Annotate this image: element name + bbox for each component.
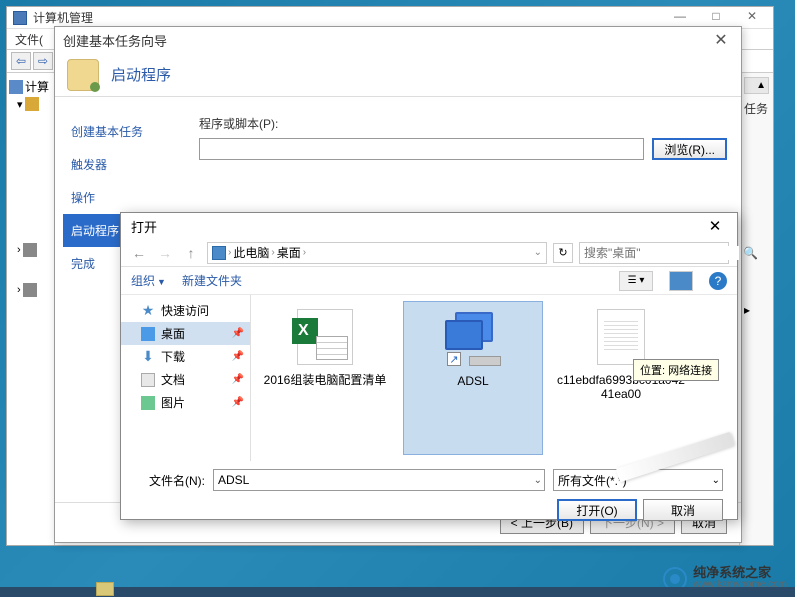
watermark-text: 纯净系统之家 xyxy=(693,567,787,579)
actions-label: 任务 xyxy=(744,94,769,123)
step-action[interactable]: 操作 xyxy=(63,181,185,214)
actions-header[interactable]: ▲ xyxy=(744,77,769,94)
chevron-right-icon: › xyxy=(271,247,274,258)
pin-icon: 📌 xyxy=(232,351,244,362)
filename-combo[interactable]: ADSL⌄ xyxy=(213,469,545,491)
wizard-header: 启动程序 xyxy=(55,53,741,97)
sidebar-quick-access[interactable]: ★快速访问 xyxy=(121,299,250,322)
storage-icon xyxy=(23,243,37,257)
view-mode-button[interactable]: ☰ ▾ xyxy=(619,271,653,291)
step-trigger[interactable]: 触发器 xyxy=(63,148,185,181)
file-adsl[interactable]: ↗ ADSL xyxy=(403,301,543,455)
tree-root-icon xyxy=(9,80,23,94)
nav-back-icon[interactable]: ⇦ xyxy=(11,52,31,70)
open-title: 打开 xyxy=(131,217,703,236)
sidebar-documents[interactable]: 文档📌 xyxy=(121,368,250,391)
pin-icon: 📌 xyxy=(232,328,244,339)
open-navbar: ← → ↑ › 此电脑 › 桌面 › ⌄ ↻ 🔍 xyxy=(121,239,737,267)
wizard-close-icon[interactable]: ✕ xyxy=(709,30,733,50)
pc-icon xyxy=(212,246,226,260)
refresh-icon[interactable]: ↻ xyxy=(553,243,573,263)
cmp-actions-pane: ▲ 任务 ▸ xyxy=(739,73,773,545)
sidebar-pictures[interactable]: 图片📌 xyxy=(121,391,250,414)
wizard-icon xyxy=(67,59,99,91)
open-close-icon[interactable]: ✕ xyxy=(703,217,727,235)
wizard-titlebar: 创建基本任务向导 ✕ xyxy=(55,27,741,53)
desktop-icon xyxy=(141,327,155,341)
wizard-title: 创建基本任务向导 xyxy=(63,31,709,50)
tree-storage[interactable]: › xyxy=(9,242,52,258)
excel-icon xyxy=(297,309,353,365)
star-icon: ★ xyxy=(141,304,155,318)
actions-more[interactable]: ▸ xyxy=(744,303,769,317)
wrench-icon xyxy=(25,97,39,111)
new-folder-button[interactable]: 新建文件夹 xyxy=(182,272,242,289)
cmp-title: 计算机管理 xyxy=(33,9,659,26)
file-excel[interactable]: 2016组装电脑配置清单 xyxy=(255,301,395,455)
maximize-button[interactable]: □ xyxy=(701,9,731,27)
chevron-down-icon: ⌄ xyxy=(534,475,542,486)
open-titlebar: 打开 ✕ xyxy=(121,213,737,239)
file-list[interactable]: 2016组装电脑配置清单 ↗ ADSL c11ebdfa6993bc01a042… xyxy=(251,295,737,461)
search-input[interactable] xyxy=(584,246,739,260)
pin-icon: 📌 xyxy=(232,374,244,385)
tree-child[interactable]: ▾ xyxy=(9,96,52,112)
tree-root[interactable]: 计算 xyxy=(9,77,52,96)
chevron-right-icon: › xyxy=(228,247,231,258)
nav-forward-icon[interactable]: ⇨ xyxy=(33,52,53,70)
sidebar-downloads[interactable]: ⬇下载📌 xyxy=(121,345,250,368)
minimize-button[interactable]: — xyxy=(665,9,695,27)
pin-icon: 📌 xyxy=(232,397,244,408)
open-button[interactable]: 打开(O) xyxy=(557,499,637,521)
shortcut-overlay-icon: ↗ xyxy=(447,352,461,366)
close-button[interactable]: ✕ xyxy=(737,9,767,27)
taskbar-folder-icon[interactable] xyxy=(96,582,114,596)
cmp-app-icon xyxy=(13,11,27,25)
crumb-desktop[interactable]: 桌面 xyxy=(277,244,301,261)
open-toolbar: 组织▼ 新建文件夹 ☰ ▾ ? xyxy=(121,267,737,295)
tree-services[interactable]: › xyxy=(9,282,52,298)
chevron-down-icon: ⌄ xyxy=(712,475,720,486)
program-input[interactable] xyxy=(199,138,644,160)
breadcrumb[interactable]: › 此电脑 › 桌面 › ⌄ xyxy=(207,242,547,264)
crumb-pc[interactable]: 此电脑 xyxy=(233,244,269,261)
program-label: 程序或脚本(P): xyxy=(199,115,727,132)
open-cancel-button[interactable]: 取消 xyxy=(643,499,723,521)
filename-label: 文件名(N): xyxy=(135,472,205,489)
nav-up-icon[interactable]: ↑ xyxy=(181,243,201,263)
taskbar[interactable] xyxy=(0,587,795,597)
pictures-icon xyxy=(141,396,155,410)
nav-back-icon[interactable]: ← xyxy=(129,243,149,263)
download-icon: ⬇ xyxy=(141,350,155,364)
browse-button[interactable]: 浏览(R)... xyxy=(652,138,727,160)
text-file-icon xyxy=(597,309,645,365)
file-name: 2016组装电脑配置清单 xyxy=(264,373,387,387)
wizard-heading: 启动程序 xyxy=(111,64,171,85)
network-shortcut-icon: ↗ xyxy=(441,310,505,366)
cmp-tree[interactable]: 计算 ▾ › › xyxy=(7,73,55,545)
file-tooltip: 位置: 网络连接 xyxy=(633,359,719,381)
step-create[interactable]: 创建基本任务 xyxy=(63,115,185,148)
search-icon[interactable]: 🔍 xyxy=(743,246,758,260)
chevron-right-icon: › xyxy=(303,247,306,258)
file-name: ADSL xyxy=(457,374,488,388)
chevron-down-icon: ▼ xyxy=(157,277,166,287)
organize-menu[interactable]: 组织▼ xyxy=(131,272,166,289)
preview-pane-button[interactable] xyxy=(669,271,693,291)
sidebar-desktop[interactable]: 桌面📌 xyxy=(121,322,250,345)
help-icon[interactable]: ? xyxy=(709,272,727,290)
open-sidebar: ★快速访问 桌面📌 ⬇下载📌 文档📌 图片📌 xyxy=(121,295,251,461)
services-icon xyxy=(23,283,37,297)
chevron-down-icon[interactable]: ⌄ xyxy=(534,247,542,258)
nav-fwd-icon[interactable]: → xyxy=(155,243,175,263)
search-box[interactable]: 🔍 xyxy=(579,242,729,264)
document-icon xyxy=(141,373,155,387)
